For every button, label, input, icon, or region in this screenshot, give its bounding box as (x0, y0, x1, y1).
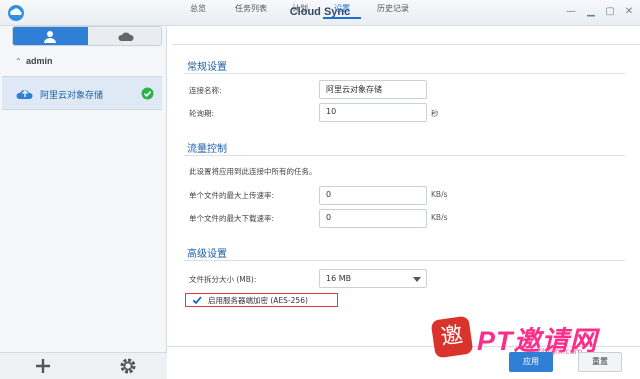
account-name: admin (26, 56, 53, 66)
traffic-section-title: 流量控制 (187, 144, 227, 155)
tab-settings[interactable]: 设置 (323, 0, 361, 19)
split-size-select[interactable]: 16 MB (319, 269, 427, 288)
tab-task-list[interactable]: 任务列表 (225, 0, 277, 19)
pin-icon[interactable]: — (564, 5, 578, 19)
advanced-section-title: 高级设置 (187, 249, 227, 260)
close-button[interactable]: ✕ (622, 5, 636, 19)
add-connection-button[interactable] (34, 357, 52, 375)
connection-name-label: 连接名称: (189, 86, 222, 95)
download-unit: KB/s (431, 213, 448, 222)
encryption-option[interactable]: 启用服务器端加密 (AES-256) (185, 293, 338, 307)
max-upload-field[interactable]: 0 (319, 186, 427, 205)
poll-period-label: 轮询期: (189, 109, 215, 118)
tab-schedule[interactable]: 计划 (285, 0, 315, 19)
tab-history[interactable]: 历史记录 (368, 0, 418, 19)
connection-label: 阿里云对象存储 (40, 91, 104, 101)
cloud-upload-icon (16, 90, 33, 99)
connection-name-field[interactable]: 阿里云对象存储 (319, 80, 427, 99)
watermark-seal: 邀 (430, 315, 474, 359)
divider (184, 260, 625, 261)
title-bar: Cloud Sync — ▁ ▢ ✕ (0, 0, 640, 26)
apply-button[interactable]: 应用 (509, 352, 553, 372)
encryption-label: 启用服务器端加密 (AES-256) (208, 296, 308, 305)
cloud-icon (118, 32, 134, 41)
cloud-view-toggle[interactable] (88, 27, 161, 45)
max-upload-label: 单个文件的最大上传速率: (189, 191, 275, 200)
split-size-value: 16 MB (326, 274, 352, 283)
poll-period-field[interactable]: 10 (319, 103, 427, 122)
user-view-toggle[interactable] (13, 27, 88, 45)
max-download-label: 单个文件的最大下载速率: (189, 214, 275, 223)
traffic-description: 此设置将应用到此连接中所有的任务。 (189, 167, 317, 176)
collapse-chevron-icon[interactable]: ⌃ (15, 57, 22, 66)
tab-overview[interactable]: 总览 (181, 0, 215, 19)
view-switch (12, 26, 162, 46)
window-title: Cloud Sync (289, 6, 351, 18)
general-section-title: 常规设置 (187, 62, 227, 73)
encryption-checkbox[interactable] (192, 295, 202, 305)
reset-button[interactable]: 重置 (578, 352, 622, 372)
gear-icon[interactable] (119, 357, 137, 375)
upload-unit: KB/s (431, 190, 448, 199)
sidebar-toolbar (0, 352, 167, 379)
max-download-field[interactable]: 0 (319, 209, 427, 228)
divider (184, 73, 625, 74)
split-size-label: 文件拆分大小 (MB): (189, 275, 257, 284)
user-icon (44, 31, 56, 43)
divider (184, 155, 625, 156)
status-ok-icon (141, 87, 154, 100)
chevron-down-icon (413, 277, 421, 282)
poll-unit: 秒 (431, 109, 439, 118)
minimize-button[interactable]: ▁ (584, 5, 598, 19)
sidebar-item-connection[interactable]: 阿里云对象存储 (2, 76, 162, 110)
tab-divider (172, 44, 640, 45)
maximize-button[interactable]: ▢ (603, 5, 617, 19)
sidebar: ⌃ admin 阿里云对象存储 (0, 26, 167, 379)
